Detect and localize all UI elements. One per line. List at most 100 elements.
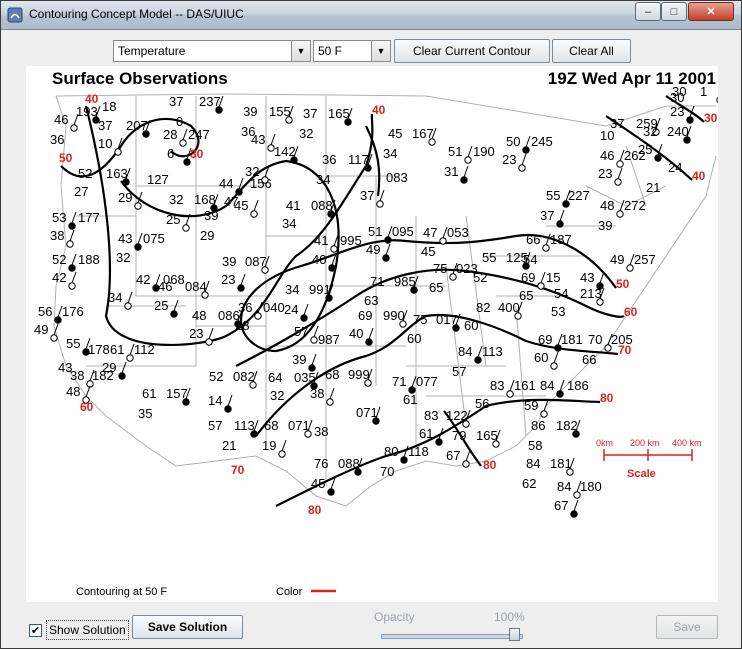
station-circle-icon <box>716 96 718 104</box>
station-value: 52 <box>78 166 92 181</box>
station-circle-icon <box>364 164 372 172</box>
surface-map-svg[interactable]: Surface Observations 19Z Wed Apr 11 2001… <box>26 66 718 602</box>
wind-barb-icon <box>137 232 143 245</box>
station-value: 187 <box>550 232 572 247</box>
station-value: 65 <box>519 288 533 303</box>
show-solution-text: Show Solution <box>49 623 126 637</box>
station-value: 57 <box>208 418 222 433</box>
save-button[interactable]: Save <box>656 615 718 639</box>
station-circle-icon <box>142 130 150 138</box>
station-value: 227 <box>568 188 590 203</box>
weather-map-canvas[interactable]: Surface Observations 19Z Wed Apr 11 2001… <box>26 66 718 602</box>
contour-label: 80 <box>600 391 614 405</box>
wind-barb-icon <box>71 211 77 224</box>
station-value: 57 <box>294 324 308 339</box>
station-value: 987 <box>318 332 340 347</box>
station-value: 15 <box>546 270 560 285</box>
station-value: 67 <box>446 448 460 463</box>
station-circle-icon <box>542 244 550 252</box>
contour-label: 80 <box>308 503 322 517</box>
station-circle-icon <box>410 286 418 294</box>
maximize-icon: □ <box>670 6 678 18</box>
station-value: 63 <box>364 293 378 308</box>
minimize-button[interactable]: – <box>635 2 661 21</box>
station-value: 180 <box>580 479 602 494</box>
station-circle-icon <box>384 236 392 244</box>
station-value: 21 <box>222 438 236 453</box>
station-value: 75 <box>433 261 447 276</box>
station-circle-icon <box>474 356 482 364</box>
station-value: 49 <box>34 322 48 337</box>
java-app-icon <box>7 7 23 23</box>
close-button[interactable]: ✕ <box>688 2 734 21</box>
station-value: 31 <box>444 164 458 179</box>
station-circle-icon <box>70 124 78 132</box>
title-bar[interactable]: Contouring Concept Model -- DAS/UIUC – □… <box>1 1 741 30</box>
chevron-down-icon[interactable]: ▼ <box>291 41 310 61</box>
station-value: 32 <box>245 164 259 179</box>
station-circle-icon <box>285 116 293 124</box>
opacity-label: Opacity <box>374 610 415 624</box>
station-circle-icon <box>290 156 298 164</box>
map-scale: 0km 200 km 400 km Scale <box>596 438 702 480</box>
station-circle-icon <box>435 438 443 446</box>
station-value: 68 <box>264 418 278 433</box>
station-circle-icon <box>310 336 318 344</box>
station-circle-icon <box>522 146 530 154</box>
clear-all-button[interactable]: Clear All <box>552 39 631 63</box>
station-circle-icon <box>68 282 76 290</box>
station-value: 118 <box>408 444 429 459</box>
chevron-down-icon[interactable]: ▼ <box>371 41 390 61</box>
map-title: Surface Observations <box>52 69 228 88</box>
station-value: 25 <box>154 298 168 313</box>
maximize-button[interactable]: □ <box>661 2 687 21</box>
station-value: 27 <box>74 184 88 199</box>
show-solution-label[interactable]: Show Solution <box>46 620 129 640</box>
station-circle-icon <box>179 139 187 147</box>
station-value: 60 <box>464 318 478 333</box>
station-value: 76 <box>314 456 328 471</box>
station-value: 84 <box>540 378 554 393</box>
contour-value-select[interactable]: 50 F ▼ <box>313 40 391 62</box>
station-value: 23 <box>189 326 203 341</box>
station-value: 40 <box>312 252 326 267</box>
show-solution-checkbox[interactable]: ✔ <box>29 624 42 637</box>
close-icon: ✕ <box>706 6 716 18</box>
variable-select[interactable]: Temperature ▼ <box>113 40 311 62</box>
wind-barb-icon <box>379 189 385 202</box>
station-value: 44 <box>219 176 233 191</box>
station-circle-icon <box>354 468 362 476</box>
opacity-slider-thumb[interactable] <box>509 628 520 641</box>
station-value: 38 <box>310 386 324 401</box>
station-value: 36 <box>238 300 252 315</box>
station-value: 68 <box>325 367 339 382</box>
station-value: 84 <box>526 456 540 471</box>
station-value: 46 <box>158 279 172 294</box>
station-value: 40 <box>349 326 363 341</box>
station-value: 39 <box>204 208 218 223</box>
opacity-slider-track[interactable] <box>381 634 523 639</box>
wind-barb-icon <box>182 128 188 141</box>
station-value: 46 <box>54 112 68 127</box>
wind-barb-icon <box>465 449 471 462</box>
toolbar: Temperature ▼ 50 F ▼ Clear Current Conto… <box>1 29 741 65</box>
station-circle-icon <box>550 362 558 370</box>
station-circle-icon <box>514 312 522 320</box>
station-circle-icon <box>126 354 134 362</box>
station-value: 47 <box>423 225 437 240</box>
station-circle-icon <box>215 106 223 114</box>
station-circle-icon <box>540 410 548 418</box>
wind-barb-icon <box>543 399 549 412</box>
clear-current-contour-button[interactable]: Clear Current Contour <box>394 39 550 63</box>
station-value: 48 <box>600 198 614 213</box>
station-circle-icon <box>327 488 335 496</box>
station-value: 29 <box>118 190 132 205</box>
station-value: 69 <box>358 308 372 323</box>
station-circle-icon <box>686 116 694 124</box>
station-value: 83 <box>490 378 504 393</box>
station-value: 54 <box>554 286 568 301</box>
station-circle-icon <box>325 294 333 302</box>
scale-label-400: 400 km <box>672 438 702 448</box>
scale-label-200: 200 km <box>630 438 660 448</box>
save-solution-button[interactable]: Save Solution <box>132 615 243 639</box>
